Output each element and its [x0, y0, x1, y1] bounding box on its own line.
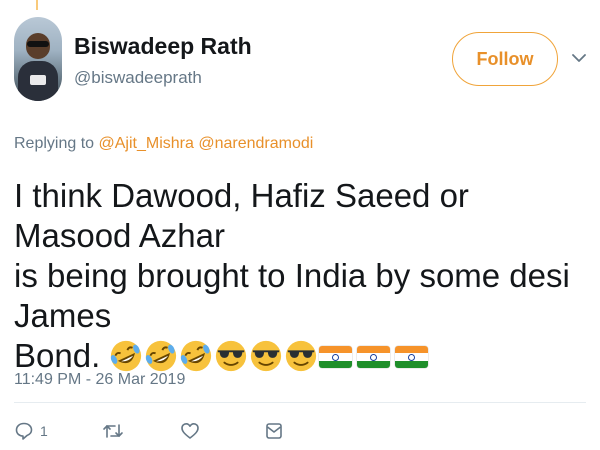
india-flag-icon [319, 346, 353, 368]
tweet-timestamp[interactable]: 11:49 PM - 26 Mar 2019 [14, 371, 185, 389]
reply-count: 1 [40, 423, 48, 439]
rolling-laughing-emoji-icon [181, 340, 212, 372]
india-flag-icon [395, 346, 429, 368]
author-name[interactable]: Biswadeep Rath [74, 33, 252, 60]
tweet-text: I think Dawood, Hafiz Saeed or Masood Az… [14, 176, 592, 376]
tweet-header: Biswadeep Rath @biswadeeprath Follow [14, 17, 586, 101]
mention-link-ajit[interactable]: @Ajit_Mishra [99, 135, 194, 152]
reply-prefix: Replying to [14, 135, 95, 152]
rolling-laughing-emoji-icon [111, 340, 142, 372]
thread-line [36, 0, 38, 10]
divider [14, 402, 586, 403]
heart-icon [181, 423, 199, 439]
sunglasses-face-emoji-icon [216, 340, 247, 372]
sunglasses-face-emoji-icon [286, 340, 317, 372]
tweet-line: Bond. [14, 337, 101, 374]
follow-button[interactable]: Follow [452, 32, 558, 86]
reply-context: Replying to @Ajit_Mishra @narendramodi [14, 135, 313, 153]
mention-link-narendramodi[interactable]: @narendramodi [198, 135, 313, 152]
tweet-line-with-emojis: Bond. [14, 336, 592, 376]
direct-message-button[interactable] [264, 418, 284, 444]
retweet-icon [103, 424, 123, 438]
tweet-line: I think Dawood, Hafiz Saeed or Masood Az… [14, 177, 469, 254]
chevron-down-icon[interactable] [570, 49, 588, 67]
retweet-button[interactable] [102, 418, 124, 444]
like-button[interactable] [180, 418, 200, 444]
india-flag-icon [357, 346, 391, 368]
tweet-line: is being brought to India by some desi J… [14, 257, 570, 334]
avatar[interactable] [14, 17, 62, 101]
author-handle[interactable]: @biswadeeprath [74, 68, 202, 88]
reply-button[interactable]: 1 [14, 418, 48, 444]
sunglasses-face-emoji-icon [251, 340, 282, 372]
reply-icon [15, 422, 33, 440]
tweet-actions: 1 [14, 418, 586, 444]
rolling-laughing-emoji-icon [146, 340, 177, 372]
message-icon [266, 423, 282, 439]
